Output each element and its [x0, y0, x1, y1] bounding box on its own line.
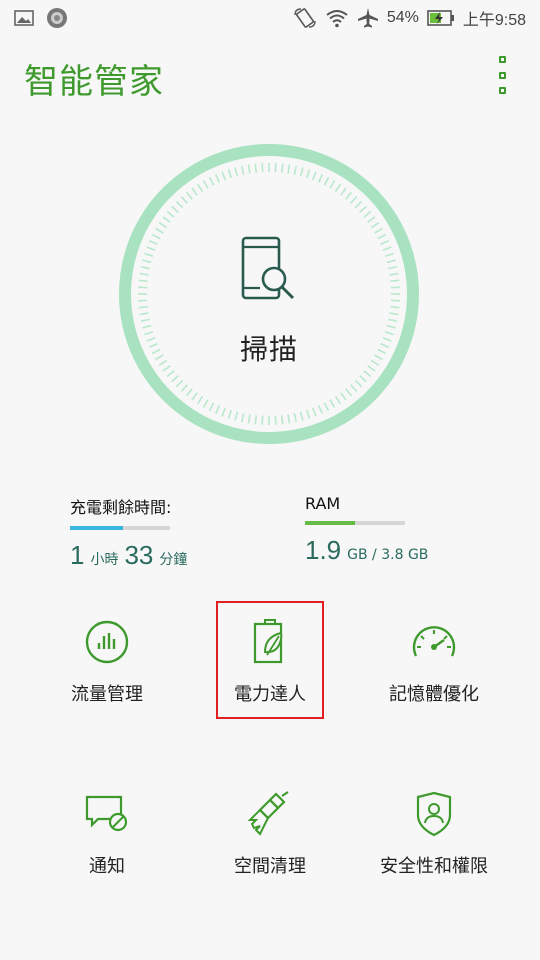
menu-dot [498, 56, 506, 63]
tool-label: 記憶體優化 [389, 684, 479, 705]
tool-label: 安全性和權限 [380, 856, 488, 877]
ram-total: GB / 3.8 GB [347, 547, 429, 563]
minutes-unit: 分鐘 [159, 552, 188, 568]
tool-data-usage[interactable]: 流量管理 [17, 600, 197, 720]
hours-unit: 小時 [90, 552, 119, 568]
ram-used: 1.9 [305, 535, 342, 565]
ram-usage: RAM 1.9 GB / 3.8 GB [305, 494, 428, 566]
menu-dot [498, 71, 506, 79]
charge-bar [70, 526, 170, 530]
tool-label: 通知 [89, 856, 125, 877]
circle-app-icon [46, 7, 68, 29]
broom-icon [246, 790, 294, 838]
tool-storage-cleanup[interactable]: 空間清理 [180, 772, 360, 892]
charge-minutes: 33 [124, 540, 154, 570]
tool-notifications[interactable]: 通知 [17, 772, 197, 892]
tool-label: 流量管理 [71, 684, 143, 705]
tool-memory-optimize[interactable]: 記憶體優化 [344, 600, 524, 720]
scan-button[interactable]: 掃描 [118, 143, 420, 445]
ram-bar-fill [305, 521, 355, 525]
wifi-icon [325, 8, 349, 28]
tool-label: 空間清理 [234, 856, 306, 877]
data-usage-icon [84, 618, 130, 666]
ram-label: RAM [305, 494, 341, 513]
rotate-icon [293, 7, 317, 29]
airplane-icon [357, 7, 379, 29]
notification-block-icon [84, 790, 130, 838]
battery-percent: 54% [386, 9, 419, 26]
menu-dot [498, 87, 506, 94]
image-icon [14, 10, 34, 26]
charge-bar-fill [70, 526, 123, 530]
charge-hours: 1 [70, 540, 85, 570]
speedometer-icon [411, 618, 457, 666]
clock: 上午9:58 [462, 12, 526, 29]
ram-value: 1.9 GB / 3.8 GB [305, 535, 428, 566]
overflow-menu-button[interactable] [490, 56, 514, 94]
charge-remaining: 充電剩餘時間: 1 小時 33 分鐘 [70, 494, 187, 571]
shield-user-icon [414, 790, 454, 838]
page-title: 智能管家 [24, 62, 164, 102]
scan-label: 掃描 [239, 333, 298, 366]
highlight-box [216, 601, 324, 719]
battery-charging-icon [427, 9, 455, 27]
charge-label: 充電剩餘時間: [70, 498, 172, 517]
charge-value: 1 小時 33 分鐘 [70, 540, 187, 571]
status-bar: 54% 上午9:58 [0, 0, 540, 36]
ram-bar [305, 521, 405, 525]
tool-security-permissions[interactable]: 安全性和權限 [344, 772, 524, 892]
